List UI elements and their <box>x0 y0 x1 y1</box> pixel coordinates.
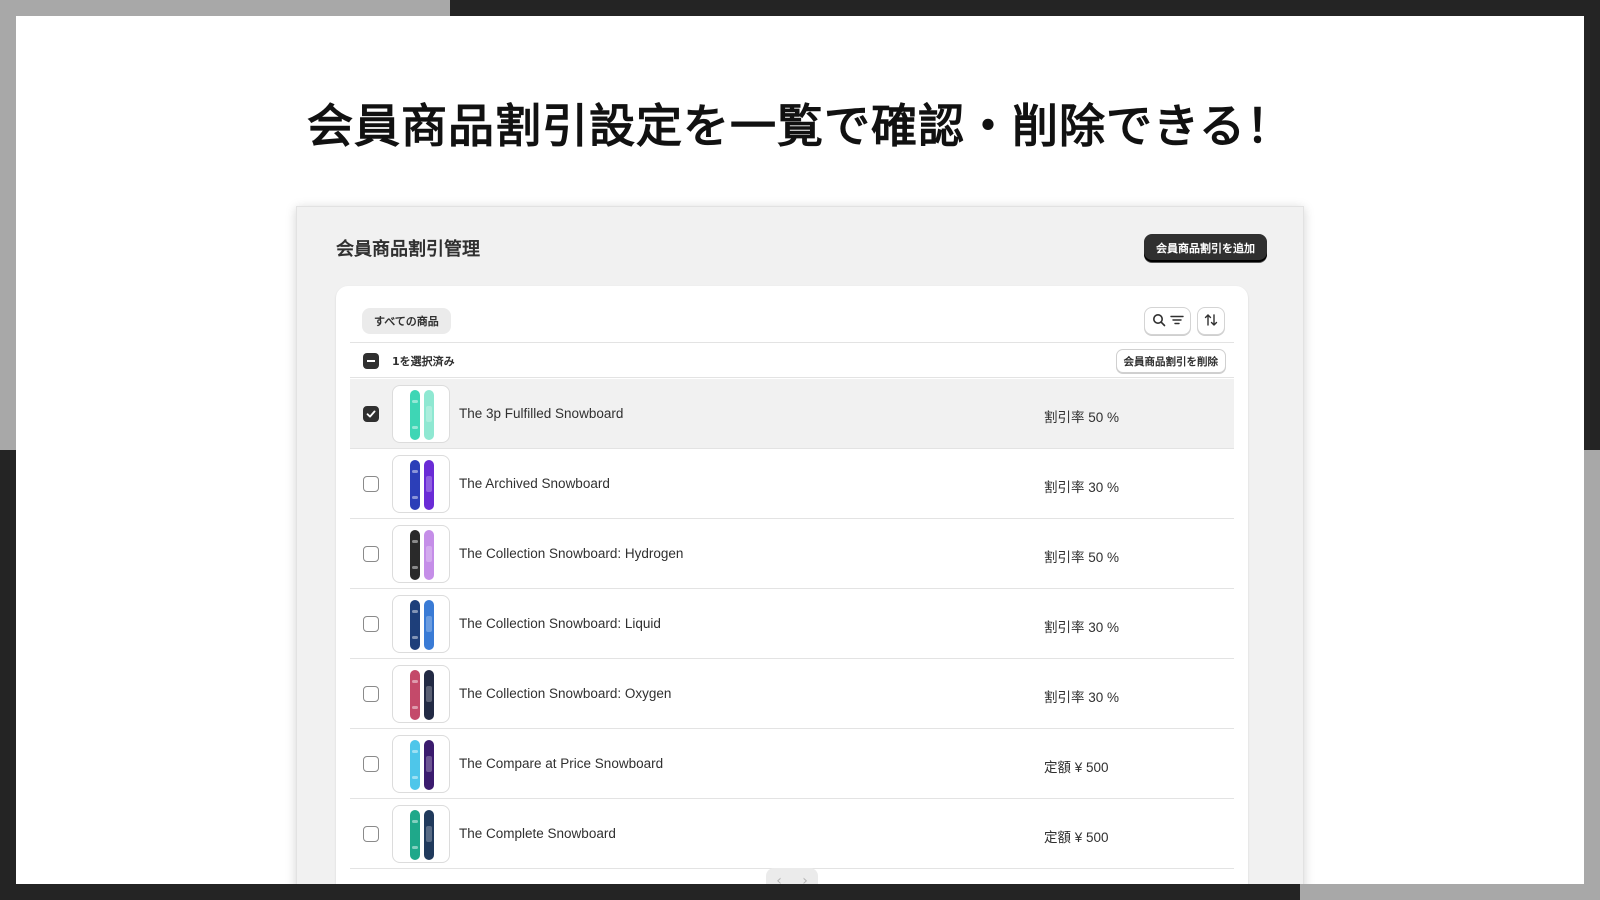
table-row[interactable]: The Collection Snowboard: Hydrogen 割引率 50… <box>350 519 1234 589</box>
selected-count: 1を選択済み <box>392 355 455 368</box>
snowboard-image <box>410 460 434 510</box>
sort-button[interactable] <box>1197 307 1225 335</box>
product-name[interactable]: The Compare at Price Snowboard <box>459 756 663 771</box>
snowboard-image <box>410 810 434 860</box>
chevron-left-icon[interactable]: ‹ <box>776 873 782 884</box>
row-checkbox[interactable] <box>363 406 379 422</box>
app-window: 会員商品割引管理 会員商品割引を追加 すべての商品 1を選択済み 会員商品割引を… <box>296 206 1304 884</box>
sort-arrows-icon <box>1204 312 1218 331</box>
product-thumbnail <box>392 455 450 513</box>
selection-bar: 1を選択済み 会員商品割引を削除 <box>350 342 1234 378</box>
select-all-checkbox[interactable] <box>363 353 379 369</box>
add-discount-button[interactable]: 会員商品割引を追加 <box>1144 234 1267 262</box>
table-row[interactable]: The Compare at Price Snowboard 定額 ¥ 500 <box>350 729 1234 799</box>
page-title: 会員商品割引管理 <box>336 239 480 260</box>
delete-discount-button[interactable]: 会員商品割引を削除 <box>1115 349 1226 373</box>
product-name[interactable]: The Archived Snowboard <box>459 476 610 491</box>
snowboard-image <box>410 600 434 650</box>
search-filter-button[interactable] <box>1144 307 1191 335</box>
row-checkbox[interactable] <box>363 826 379 842</box>
snowboard-image <box>410 740 434 790</box>
row-checkbox[interactable] <box>363 756 379 772</box>
product-discount: 割引率 30 % <box>1044 690 1120 705</box>
product-discount: 割引率 50 % <box>1044 550 1120 565</box>
product-thumbnail <box>392 385 450 443</box>
product-name[interactable]: The Collection Snowboard: Oxygen <box>459 686 671 701</box>
filter-bar: すべての商品 <box>336 286 1248 342</box>
row-checkbox[interactable] <box>363 476 379 492</box>
slide: 会員商品割引設定を一覧で確認・削除できる！ 会員商品割引管理 会員商品割引を追加… <box>16 16 1584 884</box>
chevron-right-icon[interactable]: › <box>802 873 808 884</box>
product-table-card: すべての商品 1を選択済み 会員商品割引を削除 The 3p Fulfilled… <box>336 286 1248 884</box>
tab-all-products[interactable]: すべての商品 <box>362 308 451 334</box>
table-row[interactable]: The Collection Snowboard: Oxygen 割引率 30 % <box>350 659 1234 729</box>
row-checkbox[interactable] <box>363 686 379 702</box>
checkmark-icon <box>366 410 376 418</box>
product-name[interactable]: The Collection Snowboard: Liquid <box>459 616 661 631</box>
product-name[interactable]: The Collection Snowboard: Hydrogen <box>459 546 683 561</box>
product-thumbnail <box>392 805 450 863</box>
table-row[interactable]: The Collection Snowboard: Liquid 割引率 30 % <box>350 589 1234 659</box>
product-discount: 定額 ¥ 500 <box>1044 760 1109 775</box>
product-discount: 割引率 30 % <box>1044 620 1120 635</box>
search-icon <box>1152 312 1166 331</box>
product-thumbnail <box>392 595 450 653</box>
product-list: The 3p Fulfilled Snowboard 割引率 50 % The Ar… <box>350 379 1234 869</box>
snowboard-image <box>410 670 434 720</box>
row-checkbox[interactable] <box>363 616 379 632</box>
product-discount: 割引率 30 % <box>1044 480 1120 495</box>
product-thumbnail <box>392 525 450 583</box>
product-name[interactable]: The Complete Snowboard <box>459 826 616 841</box>
table-row[interactable]: The Archived Snowboard 割引率 30 % <box>350 449 1234 519</box>
snowboard-image <box>410 390 434 440</box>
product-thumbnail <box>392 735 450 793</box>
snowboard-image <box>410 530 434 580</box>
product-discount: 定額 ¥ 500 <box>1044 830 1109 845</box>
row-checkbox[interactable] <box>363 546 379 562</box>
table-row[interactable]: The 3p Fulfilled Snowboard 割引率 50 % <box>350 379 1234 449</box>
product-discount: 割引率 50 % <box>1044 410 1120 425</box>
pagination: ‹ › <box>766 868 818 884</box>
product-thumbnail <box>392 665 450 723</box>
product-name[interactable]: The 3p Fulfilled Snowboard <box>459 406 623 421</box>
filter-lines-icon <box>1169 312 1184 331</box>
table-row[interactable]: The Complete Snowboard 定額 ¥ 500 <box>350 799 1234 869</box>
headline: 会員商品割引設定を一覧で確認・削除できる！ <box>306 99 1294 153</box>
